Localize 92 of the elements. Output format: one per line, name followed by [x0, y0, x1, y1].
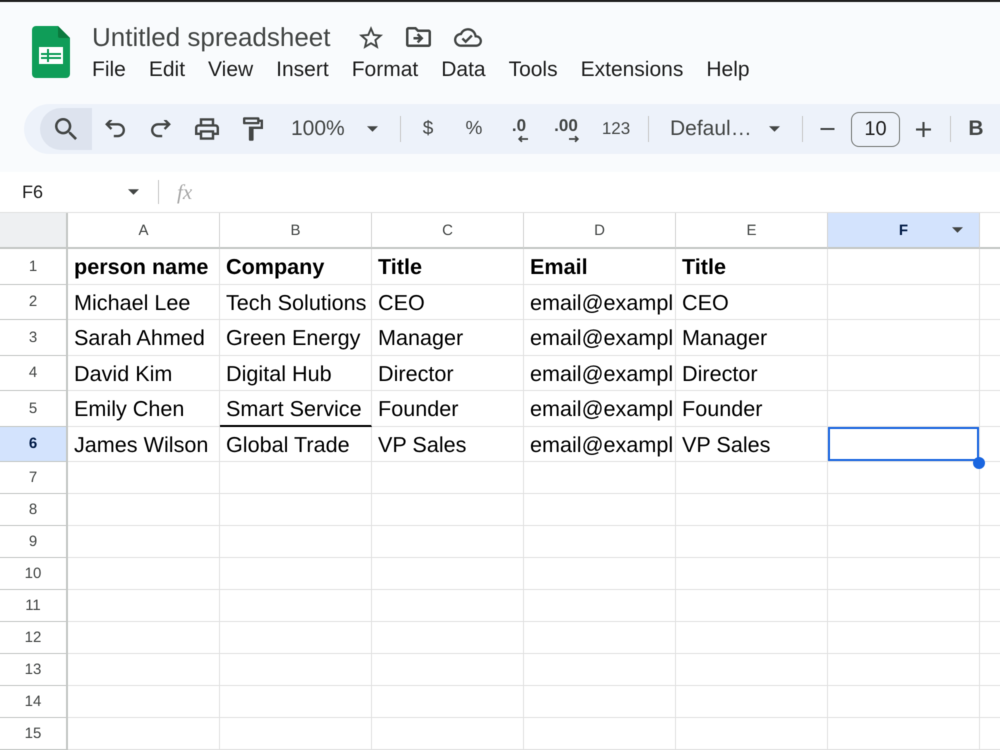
- menu-item[interactable]: Data: [441, 56, 486, 84]
- header-cell: Email: [524, 249, 676, 284]
- menu-item[interactable]: File: [92, 56, 126, 84]
- document-title[interactable]: Untitled spreadsheet: [92, 20, 330, 54]
- row-header[interactable]: 3: [0, 320, 68, 356]
- caret-icon: [952, 227, 963, 233]
- column-header[interactable]: B: [220, 213, 372, 249]
- table-cell: VP Sales: [676, 426, 828, 462]
- column-header[interactable]: E: [676, 213, 828, 249]
- table-cell: email@exampl: [524, 391, 676, 426]
- table-cell: CEO: [372, 284, 524, 320]
- bold-button[interactable]: B: [964, 115, 988, 143]
- column-header[interactable]: C: [372, 213, 524, 249]
- header-cell: person name: [68, 249, 220, 284]
- table-cell: David Kim: [68, 356, 220, 391]
- table-cell: Global Trade: [220, 426, 372, 462]
- cloud-check-icon[interactable]: [454, 28, 482, 46]
- row-header[interactable]: 4: [0, 356, 68, 391]
- increase-decimal-button[interactable]: .00: [552, 113, 582, 145]
- row-header[interactable]: 14: [0, 686, 68, 718]
- table-cell: Manager: [372, 320, 524, 356]
- table-cell: Digital Hub: [220, 356, 372, 391]
- table-cell: Green Energy: [220, 320, 372, 356]
- percent-button[interactable]: %: [462, 116, 486, 142]
- search-button[interactable]: [40, 108, 92, 150]
- currency-button[interactable]: $: [420, 116, 436, 142]
- menu-item[interactable]: Help: [706, 56, 750, 84]
- row-header[interactable]: 6: [0, 426, 68, 462]
- name-box[interactable]: F6: [0, 176, 150, 208]
- caret-icon: [367, 126, 378, 132]
- row-header[interactable]: 5: [0, 391, 68, 426]
- decrease-decimal-button[interactable]: .0: [510, 113, 530, 145]
- header-cell: Company: [220, 249, 372, 284]
- column-header[interactable]: F: [828, 213, 980, 249]
- menu-item[interactable]: Format: [352, 56, 418, 84]
- fx-label: fx: [177, 180, 192, 204]
- row-header[interactable]: 10: [0, 558, 68, 590]
- table-cell: Michael Lee: [68, 284, 220, 320]
- paint-roller-icon[interactable]: [243, 117, 263, 141]
- star-icon[interactable]: [359, 26, 384, 48]
- menu-item[interactable]: View: [208, 56, 254, 84]
- table-cell: VP Sales: [372, 426, 524, 462]
- header-cell: Title: [372, 249, 524, 284]
- zoom-dropdown[interactable]: 100%: [276, 111, 390, 147]
- minus-icon[interactable]: [820, 128, 834, 130]
- caret-icon: [769, 126, 780, 132]
- table-cell: Director: [676, 356, 828, 391]
- row-header[interactable]: 9: [0, 526, 68, 558]
- table-cell: Tech Solutions: [220, 284, 372, 320]
- selected-cell[interactable]: [828, 426, 980, 462]
- table-cell: CEO: [676, 284, 828, 320]
- plus-icon[interactable]: [916, 122, 930, 136]
- row-header[interactable]: 1: [0, 249, 68, 284]
- row-header[interactable]: 7: [0, 462, 68, 494]
- menu-item[interactable]: Tools: [508, 56, 558, 84]
- table-cell: email@exampl: [524, 320, 676, 356]
- table-cell: email@exampl: [524, 426, 676, 462]
- row-header[interactable]: 11: [0, 590, 68, 622]
- table-cell: Manager: [676, 320, 828, 356]
- menu-item[interactable]: Insert: [276, 56, 329, 84]
- column-header[interactable]: D: [524, 213, 676, 249]
- table-cell: Founder: [372, 391, 524, 426]
- table-cell: Emily Chen: [68, 391, 220, 426]
- table-cell: Director: [372, 356, 524, 391]
- folder-arrow-icon[interactable]: [406, 27, 432, 47]
- table-cell: email@exampl: [524, 356, 676, 391]
- handle-icon[interactable]: [973, 457, 985, 469]
- font-dropdown[interactable]: Defaul…: [649, 111, 792, 147]
- left-arrow-icon: [517, 135, 528, 143]
- table-cell: email@exampl: [524, 284, 676, 320]
- column-header[interactable]: A: [68, 213, 220, 249]
- redo-icon[interactable]: [151, 120, 171, 138]
- row-header[interactable]: 2: [0, 284, 68, 320]
- font-size-field[interactable]: 10: [851, 112, 900, 146]
- caret-icon: [128, 189, 139, 195]
- row-header[interactable]: 12: [0, 622, 68, 654]
- table-cell: James Wilson: [68, 426, 220, 462]
- table-cell: Smart Service: [220, 391, 372, 426]
- number-format-button[interactable]: 123: [598, 116, 634, 142]
- row-header[interactable]: 8: [0, 494, 68, 526]
- menu-item[interactable]: Extensions: [580, 56, 684, 84]
- row-header[interactable]: 15: [0, 718, 68, 750]
- header-cell: Title: [676, 249, 828, 284]
- undo-icon[interactable]: [105, 120, 125, 138]
- table-cell: Sarah Ahmed: [68, 320, 220, 356]
- table-cell: Founder: [676, 391, 828, 426]
- row-header[interactable]: 13: [0, 654, 68, 686]
- right-arrow-icon: [568, 135, 580, 143]
- printer-icon[interactable]: [195, 118, 219, 140]
- menu-item[interactable]: Edit: [148, 56, 186, 84]
- search-icon: [55, 118, 77, 140]
- spreadsheet-icon[interactable]: [32, 26, 70, 78]
